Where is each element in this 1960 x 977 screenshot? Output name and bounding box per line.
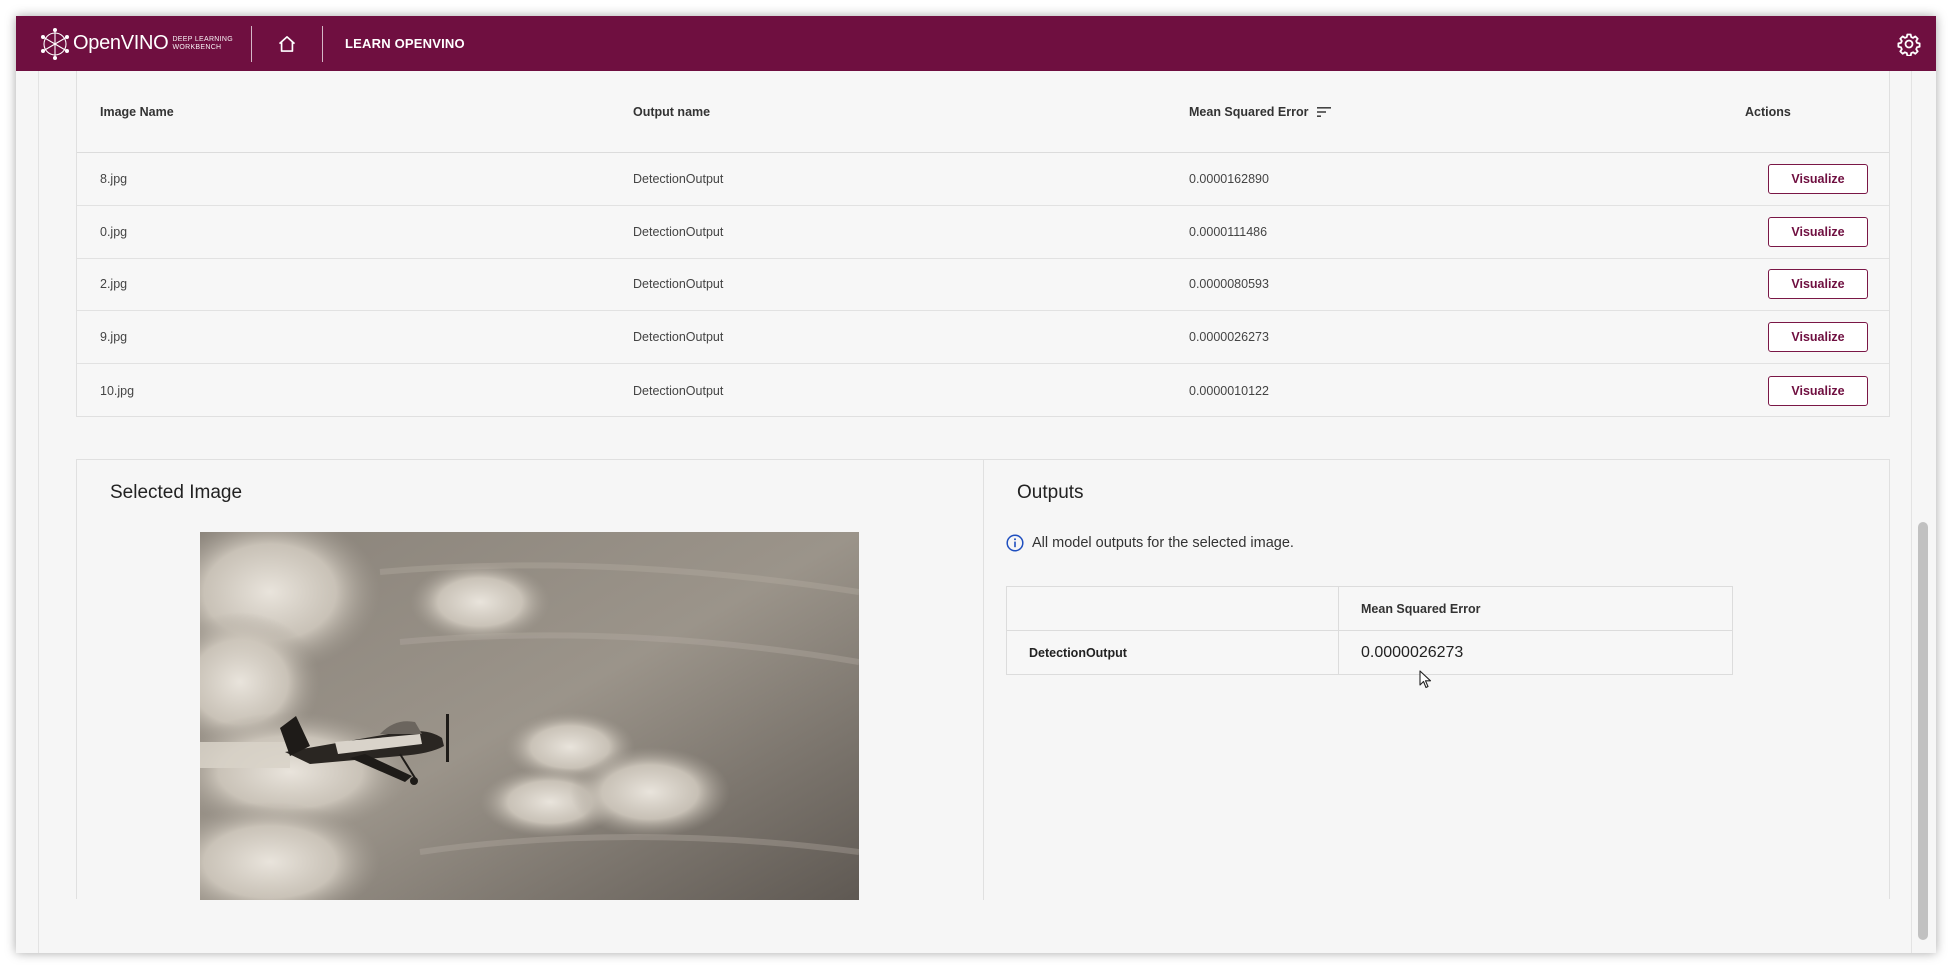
nav-divider	[322, 25, 324, 62]
visualize-button[interactable]: Visualize	[1768, 322, 1868, 353]
mse-cell: 0.0000080593	[1189, 277, 1269, 292]
visualize-button[interactable]: Visualize	[1768, 269, 1868, 300]
image-name-cell: 2.jpg	[100, 277, 128, 292]
column-header-mse-label: Mean Squared Error	[1189, 104, 1309, 119]
table-row: DetectionOutput 0.0000026273	[1006, 630, 1733, 675]
outputs-table: Mean Squared Error DetectionOutput 0.000…	[1006, 586, 1733, 675]
results-table: Image Name Output name Mean Squared Erro…	[76, 71, 1890, 417]
table-row[interactable]: 2.jpg DetectionOutput 0.0000080593 Visua…	[77, 259, 1889, 312]
visualize-button[interactable]: Visualize	[1768, 216, 1868, 247]
output-name-cell: DetectionOutput	[1006, 630, 1339, 675]
outputs-title: Outputs	[1017, 482, 1084, 503]
output-name-cell: DetectionOutput	[633, 171, 724, 186]
home-button[interactable]	[252, 16, 322, 71]
openvino-logo-icon	[41, 27, 69, 60]
logo-subtitle-line-1: DEEP LEARNING	[172, 35, 234, 43]
image-name-cell: 9.jpg	[100, 330, 128, 345]
mse-cell: 0.0000026273	[1189, 330, 1269, 345]
info-icon	[1006, 534, 1024, 552]
logo-text: OpenVINO	[73, 32, 169, 54]
column-header-output-name[interactable]: Output name	[633, 105, 1189, 119]
output-name-cell: DetectionOutput	[633, 277, 724, 292]
selected-image-panel: Selected Image	[77, 460, 983, 900]
image-name-cell: 10.jpg	[100, 383, 135, 398]
outputs-table-mse-header: Mean Squared Error	[1338, 586, 1733, 631]
logo-subtitle-line-2: WORKBENCH	[172, 43, 222, 51]
output-name-cell: DetectionOutput	[633, 383, 724, 398]
image-name-cell: 8.jpg	[100, 171, 128, 186]
home-icon	[278, 35, 296, 52]
app-window: OpenVINO DEEP LEARNING WORKBENCH LEARN O…	[16, 16, 1936, 953]
mse-cell: 0.0000162890	[1189, 171, 1269, 186]
visualize-button[interactable]: Visualize	[1768, 375, 1868, 406]
table-row[interactable]: 8.jpg DetectionOutput 0.0000162890 Visua…	[77, 153, 1889, 206]
output-name-cell: DetectionOutput	[633, 330, 724, 345]
column-header-image-name[interactable]: Image Name	[77, 105, 633, 119]
scrollbar-thumb[interactable]	[1918, 522, 1928, 940]
mouse-cursor-icon	[1419, 670, 1432, 689]
mse-cell: 0.0000111486	[1189, 224, 1268, 239]
column-header-actions: Actions	[1745, 104, 1791, 119]
sort-icon[interactable]	[1317, 106, 1332, 117]
mse-cell: 0.0000010122	[1189, 383, 1269, 398]
details-panels: Selected Image Outputs All model outputs…	[76, 459, 1890, 900]
outputs-table-empty-header	[1006, 586, 1339, 631]
visualize-button[interactable]: Visualize	[1768, 163, 1868, 194]
table-row[interactable]: 10.jpg DetectionOutput 0.0000010122 Visu…	[77, 364, 1889, 417]
outputs-info: All model outputs for the selected image…	[1006, 534, 1294, 552]
outputs-panel: Outputs All model outputs for the select…	[983, 460, 1889, 900]
column-header-mse[interactable]: Mean Squared Error	[1189, 105, 1745, 119]
table-row[interactable]: 0.jpg DetectionOutput 0.0000111486 Visua…	[77, 206, 1889, 259]
output-name-cell: DetectionOutput	[633, 224, 724, 239]
outputs-info-text: All model outputs for the selected image…	[1032, 535, 1294, 551]
selected-image-title: Selected Image	[110, 482, 243, 503]
image-name-cell: 0.jpg	[100, 224, 128, 239]
top-navbar: OpenVINO DEEP LEARNING WORKBENCH LEARN O…	[16, 16, 1936, 71]
logo-subtitle: DEEP LEARNING WORKBENCH	[172, 36, 233, 52]
selected-image-preview	[200, 532, 859, 900]
gear-icon	[1897, 33, 1921, 56]
airplane-photo	[200, 532, 859, 900]
table-row[interactable]: 9.jpg DetectionOutput 0.0000026273 Visua…	[77, 311, 1889, 365]
main-content: Image Name Output name Mean Squared Erro…	[38, 71, 1912, 953]
output-mse-cell: 0.0000026273	[1338, 630, 1733, 675]
openvino-logo[interactable]: OpenVINO DEEP LEARNING WORKBENCH	[38, 16, 233, 71]
learn-openvino-link[interactable]: LEARN OPENVINO	[345, 36, 465, 51]
settings-button[interactable]	[1894, 29, 1924, 59]
table-header: Image Name Output name Mean Squared Erro…	[77, 71, 1889, 153]
